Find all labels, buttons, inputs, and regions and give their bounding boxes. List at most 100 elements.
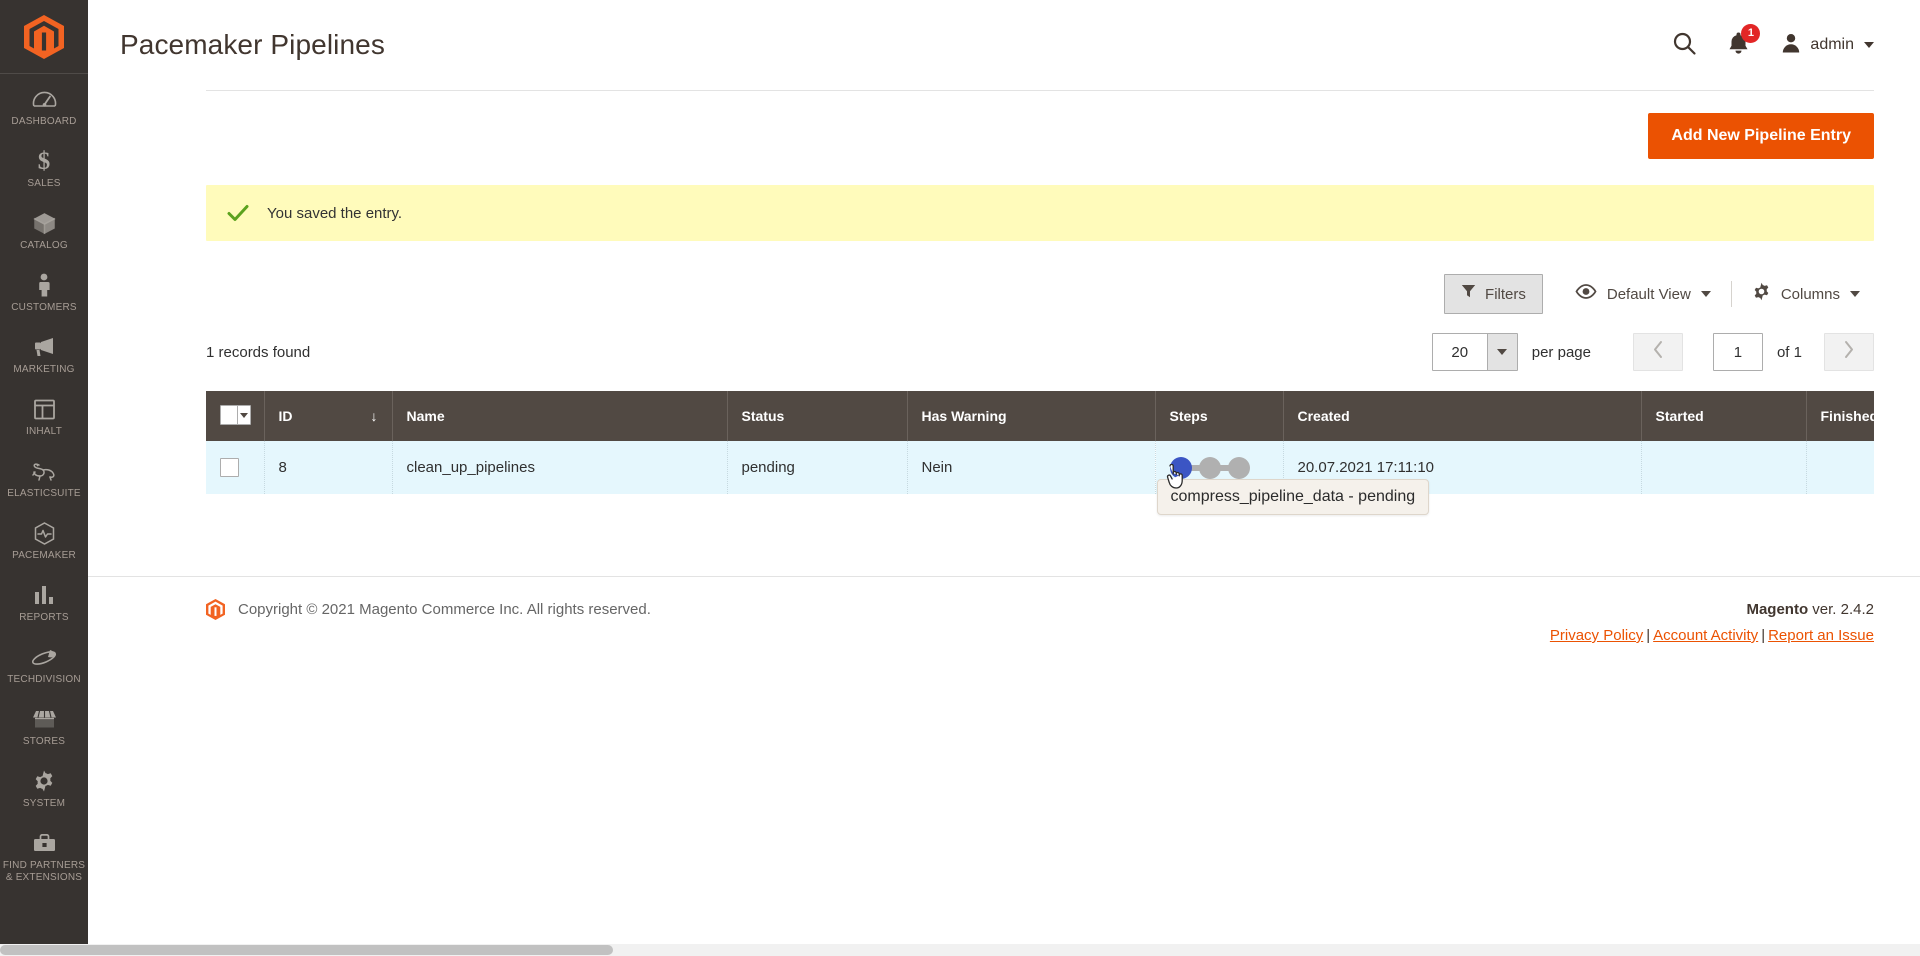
sidebar-item-techdivision[interactable]: Techdivision — [0, 634, 88, 696]
link-separator: | — [1761, 627, 1766, 644]
row-checkbox[interactable] — [220, 458, 239, 477]
sales-icon: $ — [35, 148, 53, 174]
cell-status: pending — [727, 441, 908, 494]
page-footer: Copyright © 2021 Magento Commerce Inc. A… — [88, 576, 1920, 647]
per-page-dropdown-arrow[interactable] — [1486, 334, 1517, 370]
sidebar-item-pacemaker[interactable]: Pacemaker — [0, 510, 88, 572]
column-header-finished[interactable]: Finished — [1806, 391, 1878, 441]
table-header: ID ↓ Name Status Has Warning Steps Creat… — [206, 391, 1878, 441]
sidebar-item-customers[interactable]: Customers — [0, 262, 88, 324]
sidebar-item-elasticsuite[interactable]: Elasticsuite — [0, 448, 88, 510]
filters-button[interactable]: Filters — [1444, 274, 1543, 314]
sidebar-item-label: Techdivision — [7, 674, 81, 685]
sidebar-item-label: System — [22, 798, 66, 809]
per-page-select[interactable]: 20 — [1431, 333, 1518, 371]
chevron-right-icon — [1843, 340, 1855, 364]
next-page-button[interactable] — [1824, 333, 1874, 371]
sidebar-item-inhalt[interactable]: Inhalt — [0, 386, 88, 448]
sidebar-item-dashboard[interactable]: Dashboard — [0, 76, 88, 138]
table-row[interactable]: 8 clean_up_pipelines pending Nein compre… — [206, 441, 1874, 515]
techdivision-icon — [30, 644, 58, 670]
select-all-checkbox[interactable] — [221, 406, 237, 424]
scrollbar-thumb[interactable] — [0, 945, 613, 955]
column-header-has-warning[interactable]: Has Warning — [907, 391, 1156, 441]
cell-has-warning: Nein — [907, 441, 1156, 494]
magento-logo-icon — [206, 599, 225, 620]
sidebar-item-system[interactable]: System — [0, 758, 88, 820]
gear-icon — [1752, 282, 1771, 306]
horizontal-scrollbar[interactable] — [0, 944, 1920, 956]
system-gear-icon — [32, 768, 56, 794]
success-message-text: You saved the entry. — [267, 204, 403, 222]
cell-started — [1641, 441, 1807, 494]
version-number: ver. 2.4.2 — [1808, 601, 1874, 618]
grid-toolbar: Filters Default View Columns — [206, 273, 1874, 315]
sidebar-nav: Dashboard $ Sales Catalog — [0, 0, 88, 956]
column-header-started[interactable]: Started — [1641, 391, 1807, 441]
chevron-down-icon — [1864, 42, 1874, 48]
column-header-created[interactable]: Created — [1283, 391, 1642, 441]
sidebar-item-stores[interactable]: Stores — [0, 696, 88, 758]
sidebar-item-label: Pacemaker — [12, 550, 76, 561]
default-view-control[interactable]: Default View — [1561, 275, 1725, 313]
notification-count-badge: 1 — [1741, 24, 1761, 43]
filters-label: Filters — [1485, 285, 1526, 303]
columns-control[interactable]: Columns — [1738, 273, 1874, 315]
sidebar-item-label: Sales — [27, 178, 61, 189]
select-all-dropdown[interactable] — [220, 405, 251, 425]
svg-text:$: $ — [38, 148, 51, 174]
customers-icon — [36, 272, 52, 298]
toolbar-divider — [1730, 281, 1732, 307]
sidebar-item-label: Inhalt — [25, 426, 63, 437]
footer-right-block: Magento ver. 2.4.2 Privacy Policy | Accoun… — [1550, 599, 1874, 647]
column-header-select[interactable] — [206, 391, 265, 441]
data-grid-wrapper: ID ↓ Name Status Has Warning Steps Creat… — [206, 391, 1878, 515]
column-header-name[interactable]: Name — [392, 391, 728, 441]
sidebar-item-sales[interactable]: $ Sales — [0, 138, 88, 200]
sidebar-item-label: Reports — [19, 612, 69, 623]
records-found-label: 1 records found — [206, 343, 311, 361]
notifications-button[interactable]: 1 — [1727, 24, 1761, 59]
magento-version: Magento ver. 2.4.2 — [1550, 599, 1874, 621]
magento-logo-icon — [24, 14, 64, 59]
sidebar-item-label: Marketing — [13, 364, 75, 375]
sidebar-item-label: Elasticsuite — [7, 488, 81, 499]
previous-page-button[interactable] — [1632, 333, 1683, 371]
report-an-issue-link[interactable]: Report an Issue — [1768, 627, 1874, 644]
sidebar-item-label: Dashboard — [11, 116, 77, 127]
add-new-pipeline-entry-button[interactable]: Add New Pipeline Entry — [1648, 113, 1874, 159]
sidebar-item-marketing[interactable]: Marketing — [0, 324, 88, 386]
default-view-label: Default View — [1606, 285, 1691, 303]
stores-icon — [32, 706, 57, 732]
user-avatar-icon — [1780, 32, 1802, 59]
account-activity-link[interactable]: Account Activity — [1653, 627, 1758, 644]
sidebar-logo[interactable] — [0, 0, 88, 74]
select-all-caret[interactable] — [237, 406, 250, 424]
find-partners-icon — [32, 830, 57, 856]
chevron-down-icon — [1700, 291, 1711, 297]
column-header-id[interactable]: ID ↓ — [264, 391, 393, 441]
admin-user-menu[interactable]: admin — [1780, 32, 1874, 59]
current-page-input[interactable] — [1712, 333, 1763, 371]
sidebar-item-catalog[interactable]: Catalog — [0, 200, 88, 262]
sidebar-item-label: Customers — [11, 302, 77, 313]
step-dot-2[interactable] — [1198, 456, 1221, 479]
step-dot-1[interactable] — [1169, 456, 1192, 479]
sidebar-item-reports[interactable]: Reports — [0, 572, 88, 634]
copyright-block: Copyright © 2021 Magento Commerce Inc. A… — [206, 599, 1550, 620]
column-header-status[interactable]: Status — [727, 391, 908, 441]
chevron-down-icon — [1497, 349, 1508, 355]
step-dot-3[interactable] — [1227, 456, 1250, 479]
page-title: Pacemaker Pipelines — [120, 29, 385, 60]
sidebar-item-label: Stores — [22, 736, 66, 747]
pipelines-table: ID ↓ Name Status Has Warning Steps Creat… — [206, 391, 1878, 515]
cell-name: clean_up_pipelines — [392, 441, 728, 494]
pager-nav: of 1 — [1632, 333, 1874, 371]
column-header-steps[interactable]: Steps — [1155, 391, 1284, 441]
header-actions: 1 admin — [1672, 24, 1874, 59]
elasticsuite-rabbit-icon — [30, 458, 58, 484]
sidebar-item-find-partners[interactable]: Find Partners & Extensions — [0, 820, 88, 893]
pacemaker-icon — [32, 520, 57, 546]
search-button[interactable] — [1672, 31, 1697, 59]
privacy-policy-link[interactable]: Privacy Policy — [1550, 627, 1643, 644]
